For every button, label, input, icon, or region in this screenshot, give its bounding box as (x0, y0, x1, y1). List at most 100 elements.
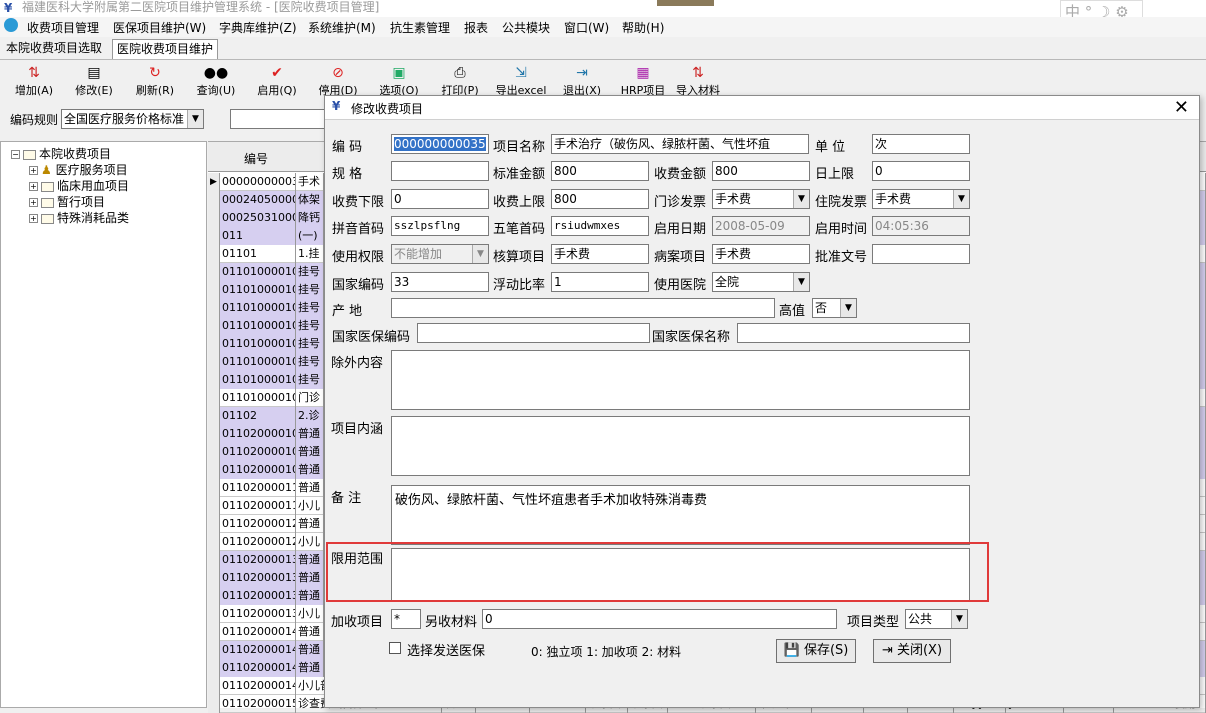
cell-code: 011010000101 (220, 281, 296, 299)
float-ratio-field[interactable]: 1 (551, 272, 649, 292)
menu-antibiotics[interactable]: 抗生素管理 (390, 19, 450, 36)
menu-help[interactable]: 帮助(H) (622, 19, 664, 36)
close-icon[interactable]: ✕ (1174, 97, 1189, 118)
cell-name: 2.诊 (296, 407, 324, 425)
cell-code: 011020000101 (220, 443, 296, 461)
add-button[interactable]: ⇅ 增加(A) (8, 64, 60, 98)
menu-fee-items[interactable]: 收费项目管理 (27, 19, 99, 36)
ip-invoice-select[interactable]: 手术费 ▼ (872, 189, 970, 209)
code-field[interactable]: 000000000035 (391, 134, 489, 154)
cell-code: 011020000141 (220, 641, 296, 659)
menu-reports[interactable]: 报表 (464, 19, 488, 36)
search-box[interactable] (230, 109, 330, 129)
fee-max-field[interactable]: 800 (551, 189, 649, 209)
row-indicator (208, 605, 220, 623)
connotation-memo[interactable] (391, 416, 970, 476)
row-indicator (208, 335, 220, 353)
tree-node-temp[interactable]: + 暂行项目 (29, 193, 105, 210)
current-row-marker: ▶ (208, 173, 220, 191)
exit-button[interactable]: ⇥ 退出(X) (556, 64, 608, 98)
menu-insurance[interactable]: 医保项目维护(W) (113, 19, 206, 36)
hospital-select[interactable]: 全院 ▼ (712, 272, 810, 292)
cell-code: 011020000132 (220, 587, 296, 605)
search-button[interactable]: ●● 查询(U) (190, 64, 242, 98)
menu-dictionary[interactable]: 字典库维护(Z) (219, 19, 297, 36)
tree-node-blood[interactable]: + 临床用血项目 (29, 177, 129, 194)
exit-icon: ⇥ (576, 65, 588, 81)
fee-amount-field[interactable]: 800 (712, 161, 810, 181)
cell-name: 挂号 (296, 281, 324, 299)
day-limit-field[interactable]: 0 (872, 161, 970, 181)
menu-system[interactable]: 系统维护(M) (308, 19, 376, 36)
chevron-down-icon: ▼ (793, 273, 809, 291)
case-item-field[interactable]: 手术费 (712, 244, 810, 264)
row-indicator (208, 299, 220, 317)
cell-name: (一) (296, 227, 324, 245)
save-button[interactable]: 💾 保存(S) (776, 639, 856, 663)
spec-field[interactable] (391, 161, 489, 181)
row-indicator (208, 515, 220, 533)
name-field[interactable]: 手术治疗（破伤风、绿脓杆菌、气性坏疽 (551, 134, 809, 154)
std-amount-label: 标准金额 (493, 167, 546, 182)
row-indicator (208, 281, 220, 299)
row-indicator (208, 533, 220, 551)
cell-name: 普通 (296, 443, 324, 461)
close-button[interactable]: ⇥ 关闭(X) (873, 639, 951, 663)
case-item-label: 病案项目 (654, 250, 707, 265)
ins-code-field[interactable] (417, 323, 650, 343)
menu-window[interactable]: 窗口(W) (564, 19, 609, 36)
account-field[interactable]: 手术费 (551, 244, 649, 264)
export-excel-button[interactable]: ⇲ 导出excel (495, 64, 547, 98)
cell-name: 普通 (296, 623, 324, 641)
cell-name: 小儿 (296, 605, 324, 623)
op-invoice-select[interactable]: 手术费 ▼ (712, 189, 810, 209)
excluded-memo[interactable] (391, 350, 970, 410)
binoculars-icon: ●● (203, 65, 229, 81)
hrp-button[interactable]: ▦ HRP项目 (617, 64, 669, 98)
disable-button[interactable]: ⊘ 停用(D) (312, 64, 364, 98)
tab-item-selection[interactable]: 本院收费项目选取 (2, 39, 106, 59)
tree-node-medical[interactable]: + ♟ 医疗服务项目 (29, 161, 128, 178)
row-indicator (208, 461, 220, 479)
refresh-button[interactable]: ↻ 刷新(R) (129, 64, 181, 98)
enable-button[interactable]: ✔ 启用(Q) (251, 64, 303, 98)
origin-field[interactable] (391, 298, 775, 318)
high-value-select[interactable]: 否 ▼ (812, 298, 857, 318)
extra-material-field[interactable]: 0 (482, 609, 837, 629)
remark-memo[interactable]: 破伤风、绿脓杆菌、气性坏疽患者手术加收特殊消毒费 (391, 485, 970, 545)
tree-node-consumables[interactable]: + 特殊消耗品类 (29, 209, 129, 226)
cell-code: 011020000142 (220, 659, 296, 677)
cell-code: 011010000102 (220, 299, 296, 317)
cell-name: 挂号 (296, 299, 324, 317)
menu-public[interactable]: 公共模块 (502, 19, 550, 36)
print-button[interactable]: ⎙ 打印(P) (434, 64, 486, 98)
std-amount-field[interactable]: 800 (551, 161, 649, 181)
exit-icon: ⇥ (881, 643, 893, 658)
cell-name: 普通 (296, 461, 324, 479)
account-label: 核算项目 (493, 250, 546, 265)
start-date-field: 2008-05-09 (712, 216, 810, 236)
row-indicator (208, 245, 220, 263)
unit-field[interactable]: 次 (872, 134, 970, 154)
cell-name: 挂号 (296, 353, 324, 371)
national-code-field[interactable]: 33 (391, 272, 489, 292)
options-button[interactable]: ▣ 选项(O) (373, 64, 425, 98)
cell-code: 011010000103 (220, 317, 296, 335)
send-insurance-checkbox[interactable] (389, 642, 401, 654)
app-menu-icon[interactable] (4, 18, 18, 32)
export-icon: ⇲ (515, 65, 527, 81)
ins-name-field[interactable] (737, 323, 970, 343)
tab-item-maintenance[interactable]: 医院收费项目维护 (112, 39, 219, 59)
coderule-select[interactable]: 全国医疗服务价格标准 ▼ (61, 109, 204, 129)
import-material-button[interactable]: ⇅ 导入材料 (672, 64, 724, 98)
tree-root[interactable]: − 本院收费项目 (11, 145, 111, 162)
cell-code: 011020000102 (220, 461, 296, 479)
edit-button[interactable]: ▤ 修改(E) (68, 64, 120, 98)
item-type-select[interactable]: 公共 ▼ (905, 609, 968, 629)
float-ratio-label: 浮动比率 (493, 278, 546, 293)
fee-min-field[interactable]: 0 (391, 189, 489, 209)
wubi-field[interactable]: rsiudwmxes (551, 216, 649, 236)
extra-item-field[interactable]: * (391, 609, 421, 629)
approval-field[interactable] (872, 244, 970, 264)
pinyin-field[interactable]: sszlpsflng (391, 216, 489, 236)
